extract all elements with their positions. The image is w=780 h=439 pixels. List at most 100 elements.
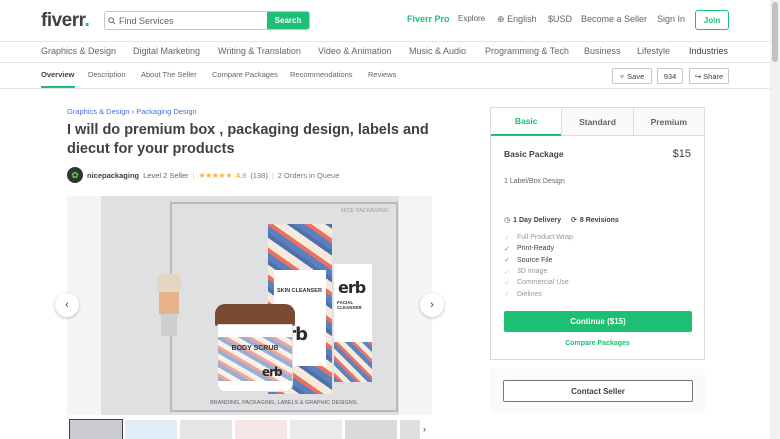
breadcrumb: Graphics & Design › Packaging Design xyxy=(67,107,197,116)
nav-become-seller[interactable]: Become a Seller xyxy=(581,14,647,24)
breadcrumb-separator: › xyxy=(131,107,135,116)
gig-gallery: NICE PACKAGING BRANDING, PACKAGING, LABE… xyxy=(67,196,432,415)
breadcrumb-packaging-design[interactable]: Packaging Design xyxy=(136,107,196,116)
thumbnail[interactable] xyxy=(400,420,420,439)
nav-language[interactable]: ⊕ English xyxy=(497,14,537,25)
jar-lid-image xyxy=(215,304,295,326)
feature-item: ✓ Full Product Wrap xyxy=(504,234,573,242)
feature-item: ✓ Commercial Use xyxy=(504,279,569,287)
gallery-main-image[interactable]: NICE PACKAGING BRANDING, PACKAGING, LABE… xyxy=(101,196,399,415)
category-graphics-design[interactable]: Graphics & Design xyxy=(41,46,116,56)
watermark-text: NICE PACKAGING xyxy=(341,208,388,214)
nav-fiverr-pro[interactable]: Fiverr Pro xyxy=(407,14,450,24)
subnav-overview[interactable]: Overview xyxy=(41,70,74,79)
package-price: $15 xyxy=(672,148,691,160)
brand-logo-text: erb xyxy=(338,278,366,297)
feature-item: ✓ 3D Image xyxy=(504,268,548,276)
gallery-next-button[interactable]: › xyxy=(420,293,444,317)
subnav-about-seller[interactable]: About The Seller xyxy=(141,70,197,79)
check-icon: ✓ xyxy=(504,245,510,253)
search-button[interactable]: Search xyxy=(267,12,309,29)
feature-item: ✓ Source File xyxy=(504,256,553,265)
compare-packages-link[interactable]: Compare Packages xyxy=(491,340,704,347)
save-count: 934 xyxy=(657,68,683,84)
fiverr-logo[interactable]: fiverr. xyxy=(41,10,90,32)
facial-cleanser-label: FACIAL CLEANSER xyxy=(337,300,362,310)
contact-seller-button[interactable]: Contact Seller xyxy=(503,380,693,402)
package-name: Basic Package xyxy=(504,149,564,159)
search-bar: Search xyxy=(104,11,310,30)
share-icon: ↪ xyxy=(694,71,702,81)
category-industries[interactable]: Industries xyxy=(689,46,728,56)
breadcrumb-graphics-design[interactable]: Graphics & Design xyxy=(67,107,130,116)
thumbnail[interactable] xyxy=(69,419,123,439)
category-lifestyle[interactable]: Lifestyle xyxy=(637,46,670,56)
chevron-right-icon: › xyxy=(430,299,434,311)
tab-basic[interactable]: Basic xyxy=(491,108,562,136)
chevron-right-icon[interactable]: › xyxy=(423,424,426,434)
thumbnail[interactable] xyxy=(235,420,287,439)
thumbnail[interactable] xyxy=(125,420,177,439)
nav-sign-in[interactable]: Sign In xyxy=(657,14,685,24)
continue-button[interactable]: Continue ($15) xyxy=(504,311,692,332)
check-icon: ✓ xyxy=(504,234,510,242)
thumbnail[interactable] xyxy=(345,420,397,439)
search-icon xyxy=(105,12,119,29)
feature-item: ✓ Dielines xyxy=(504,290,542,299)
seller-level: Level 2 Seller xyxy=(143,170,189,180)
nav-currency[interactable]: $USD xyxy=(548,14,572,24)
category-digital-marketing[interactable]: Digital Marketing xyxy=(133,46,200,56)
share-button[interactable]: ↪ Share xyxy=(689,68,729,84)
category-video-animation[interactable]: Video & Animation xyxy=(318,46,391,56)
gallery-prev-button[interactable]: ‹ xyxy=(55,293,79,317)
robot-mascot-image xyxy=(153,274,189,342)
check-icon: ✓ xyxy=(504,257,510,265)
facial-cleanser-box-image: erb FACIAL CLEANSER xyxy=(333,263,373,383)
check-icon: ✓ xyxy=(504,291,510,299)
rating-score: 4.9 xyxy=(235,170,247,180)
seller-avatar[interactable]: ✿ xyxy=(67,167,83,183)
seller-name[interactable]: nicepackaging xyxy=(87,171,139,180)
feature-item: ✓ Print-Ready xyxy=(504,245,554,253)
subnav-description[interactable]: Description xyxy=(88,70,126,79)
package-panel: Basic Standard Premium Basic Package $15… xyxy=(490,107,705,360)
category-writing-translation[interactable]: Writing & Translation xyxy=(218,46,301,56)
delivery-time: ◷ 1 Day Delivery xyxy=(504,217,561,224)
review-count[interactable]: (138) xyxy=(250,171,268,180)
scrollbar-thumb[interactable] xyxy=(772,2,778,62)
chevron-left-icon: ‹ xyxy=(65,299,69,311)
search-input[interactable] xyxy=(119,12,267,29)
contact-section: Contact Seller xyxy=(490,369,705,413)
gallery-thumbnails: › xyxy=(67,418,437,439)
feature-list: ✓ Full Product Wrap ✓ Print-Ready ✓ Source … xyxy=(504,232,573,300)
thumbnail[interactable] xyxy=(290,420,342,439)
category-menu: Graphics & Design Digital Marketing Writ… xyxy=(0,42,770,63)
category-music-audio[interactable]: Music & Audio xyxy=(409,46,466,56)
tab-premium[interactable]: Premium xyxy=(632,108,704,136)
globe-icon: ⊕ xyxy=(497,14,505,24)
nav-explore[interactable]: Explore xyxy=(458,14,485,23)
save-button[interactable]: ♥ Save xyxy=(612,68,652,84)
thumbnail[interactable] xyxy=(180,420,232,439)
clock-icon: ◷ xyxy=(504,217,511,224)
gig-subnav: Overview Description About The Seller Co… xyxy=(0,63,770,89)
body-scrub-jar-image: BODY SCRUB erb xyxy=(217,324,293,392)
divider: | xyxy=(192,170,195,180)
category-programming-tech[interactable]: Programming & Tech xyxy=(485,46,569,56)
subnav-recommendations[interactable]: Recommendations xyxy=(290,70,353,79)
orders-in-queue: 2 Orders in Queue xyxy=(277,170,340,180)
subnav-compare-packages[interactable]: Compare Packages xyxy=(212,70,278,79)
divider: | xyxy=(271,170,274,180)
check-icon: ✓ xyxy=(504,268,510,276)
banner-text: BRANDING, PACKAGING, LABELS & GRAPHIC DE… xyxy=(210,400,358,406)
star-rating-icon: ★★★★★ xyxy=(198,170,233,180)
page: fiverr. Search Fiverr Pro Explore ⊕ Engl… xyxy=(0,0,780,439)
category-business[interactable]: Business xyxy=(584,46,621,56)
active-tab-indicator xyxy=(41,86,75,88)
tab-standard[interactable]: Standard xyxy=(561,108,633,136)
join-button[interactable]: Join xyxy=(695,10,729,30)
refresh-icon: ⟳ xyxy=(570,217,577,224)
brand-logo-text: erb xyxy=(262,365,283,379)
subnav-reviews[interactable]: Reviews xyxy=(368,70,396,79)
page-scrollbar[interactable] xyxy=(770,0,780,439)
